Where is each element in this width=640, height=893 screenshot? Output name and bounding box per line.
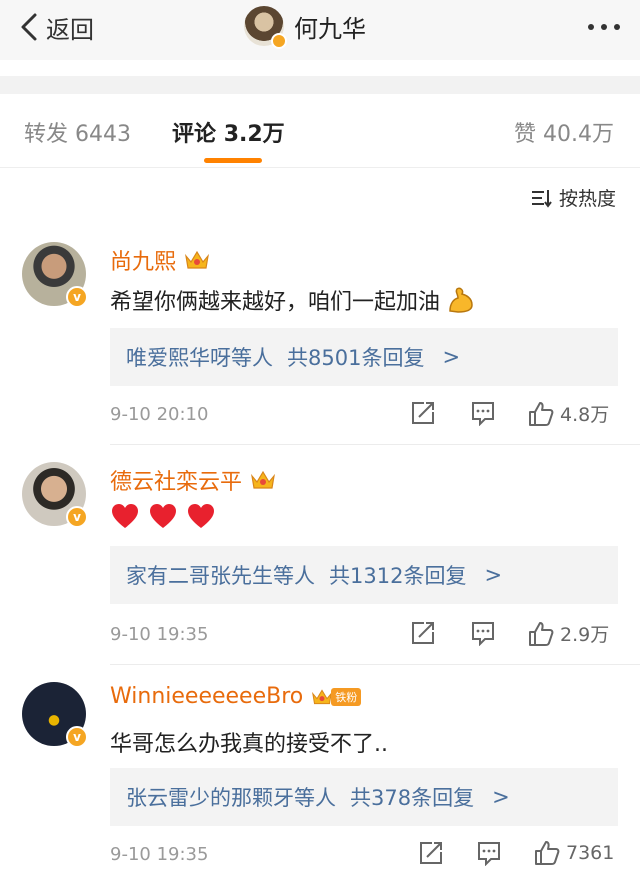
more-dots-icon[interactable]	[588, 12, 620, 42]
crown-icon	[312, 688, 333, 704]
fan-badge: 铁粉	[311, 687, 362, 707]
sort-button[interactable]: 按热度	[531, 184, 616, 211]
like-button[interactable]: 2.9万	[528, 620, 609, 647]
heart-icon	[112, 504, 138, 528]
verified-icon: v	[66, 286, 88, 308]
comment-author[interactable]: 尚九熙	[110, 244, 176, 276]
like-button[interactable]: 7361	[534, 840, 614, 866]
section-divider	[0, 76, 640, 94]
active-tab-indicator	[204, 158, 262, 163]
comment-text: 希望你俩越来越好，咱们一起加油	[110, 290, 441, 315]
heart-icon	[188, 504, 214, 528]
repost-button[interactable]	[418, 840, 444, 866]
comment-time: 9-10 19:35	[110, 844, 209, 865]
avatar[interactable]: v	[22, 682, 88, 748]
back-button[interactable]: 返回	[18, 8, 94, 46]
avatar[interactable]: v	[22, 242, 88, 308]
crown-icon	[251, 470, 275, 489]
divider	[110, 444, 640, 445]
like-count: 7361	[566, 842, 615, 864]
comment-emoji-row	[110, 502, 216, 530]
verified-icon: v	[66, 726, 88, 748]
comment-time: 9-10 19:35	[110, 624, 209, 645]
comment-icon	[472, 622, 494, 646]
comment-author[interactable]: 德云社栾云平	[110, 464, 242, 496]
avatar	[244, 6, 287, 49]
replies-preview[interactable]: 家有二哥张先生等人 共1312条回复 >	[110, 546, 618, 604]
muscle-icon	[449, 287, 473, 313]
page-title: 何九华	[294, 14, 366, 43]
replies-who: 家有二哥张先生等人	[126, 564, 315, 588]
divider	[110, 664, 640, 665]
fan-badge-label: 铁粉	[331, 687, 362, 706]
comment-button[interactable]	[470, 400, 496, 426]
verified-icon	[271, 33, 287, 49]
tab-bar: 转发 6443 评论 3.2万 赞 40.4万	[0, 94, 640, 168]
heart-icon	[150, 504, 176, 528]
verified-icon: v	[66, 506, 88, 528]
replies-preview[interactable]: 唯爱熙华呀等人 共8501条回复 >	[110, 328, 618, 386]
comment-icon	[478, 842, 500, 866]
comment-text: 华哥怎么办我真的接受不了..	[110, 732, 388, 757]
sort-icon	[531, 189, 552, 208]
replies-count: 共8501条回复	[287, 346, 425, 370]
reply-arrow: >	[442, 345, 461, 369]
page-title-group[interactable]: 何九华	[244, 6, 366, 49]
replies-preview[interactable]: 张云雷少的那颗牙等人 共378条回复 >	[110, 768, 618, 826]
tab-comment-count: 3.2万	[223, 122, 285, 147]
tab-repost-count: 6443	[75, 122, 132, 147]
repost-icon	[420, 842, 442, 864]
sort-label: 按热度	[558, 188, 616, 210]
like-button[interactable]: 4.8万	[528, 400, 609, 427]
comment-button[interactable]	[476, 840, 502, 866]
comment-text-row: 希望你俩越来越好，咱们一起加油	[110, 284, 476, 316]
thumbs-up-icon	[529, 621, 554, 646]
back-label: 返回	[46, 15, 94, 44]
repost-icon	[412, 402, 434, 424]
repost-button[interactable]	[410, 400, 436, 426]
tab-repost-label: 转发	[24, 122, 69, 147]
replies-count: 共378条回复	[350, 786, 475, 810]
replies-who: 唯爱熙华呀等人	[126, 346, 273, 370]
tab-like-count: 40.4万	[543, 122, 614, 147]
comment-button[interactable]	[470, 620, 496, 646]
like-count: 2.9万	[560, 624, 610, 646]
thumbs-up-icon	[529, 401, 554, 426]
reply-arrow: >	[492, 785, 510, 809]
comment-icon	[472, 402, 494, 426]
tab-repost[interactable]: 转发 6443	[24, 116, 131, 148]
spacer	[0, 60, 640, 76]
chevron-left-icon	[21, 13, 37, 41]
top-nav-bar: 返回 何九华	[0, 0, 640, 60]
comment-author[interactable]: WinnieeeeeeeBro	[110, 684, 303, 709]
thumbs-up-icon	[535, 841, 560, 865]
like-count: 4.8万	[560, 404, 610, 426]
reply-arrow: >	[484, 563, 503, 587]
repost-button[interactable]	[410, 620, 436, 646]
tab-like[interactable]: 赞 40.4万	[514, 116, 614, 148]
replies-who: 张云雷少的那颗牙等人	[126, 786, 336, 810]
crown-icon	[185, 250, 209, 269]
tab-like-label: 赞	[513, 122, 536, 147]
tab-comment-label: 评论	[172, 122, 217, 147]
replies-count: 共1312条回复	[329, 564, 467, 588]
repost-icon	[412, 622, 434, 644]
avatar[interactable]: v	[22, 462, 88, 528]
comment-time: 9-10 20:10	[110, 404, 209, 425]
